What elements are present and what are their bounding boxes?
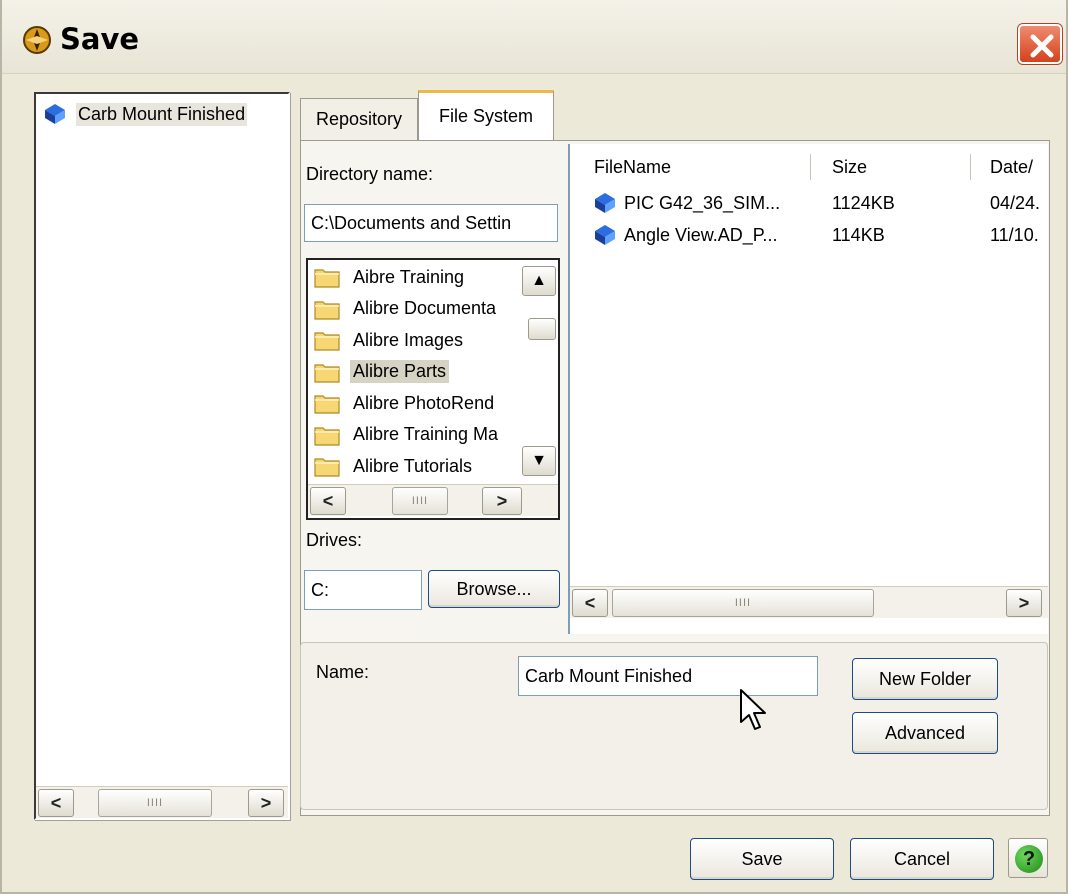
file-row-name[interactable]: PIC G42_36_SIM... <box>594 188 780 218</box>
column-header-filename[interactable]: FileName <box>594 150 671 184</box>
alibre-logo-icon <box>23 26 51 54</box>
scroll-thumb[interactable]: IIII <box>98 789 212 817</box>
folder-label: Alibre Documenta <box>353 298 497 318</box>
browse-button[interactable]: Browse... <box>428 570 560 608</box>
document-list-item-label: Carb Mount Finished <box>76 102 248 126</box>
document-list-pane[interactable]: Carb Mount Finished < IIII > <box>34 92 290 820</box>
folder-label: Alibre Training Ma <box>353 424 499 444</box>
directory-name-field[interactable]: C:\Documents and Settin <box>304 204 558 242</box>
column-header-size[interactable]: Size <box>832 150 867 184</box>
file-size: 1124KB <box>832 192 895 213</box>
folder-icon <box>314 363 340 383</box>
directory-name-label: Directory name: <box>306 164 434 184</box>
cancel-button[interactable]: Cancel <box>850 838 994 880</box>
title-bar: Save <box>2 0 1066 74</box>
scroll-up-button[interactable]: ▲ <box>522 266 556 296</box>
tab-repository[interactable]: Repository <box>300 98 418 140</box>
file-row-date[interactable]: 04/24. <box>990 188 1040 218</box>
file-name: Angle View.AD_P... <box>624 224 778 245</box>
folder-icon <box>314 395 340 414</box>
column-header-date[interactable]: Date/ <box>990 150 1033 184</box>
file-row-name[interactable]: Angle View.AD_P... <box>594 220 777 250</box>
close-button[interactable] <box>1018 24 1062 64</box>
folder-icon <box>314 458 340 477</box>
scroll-left-button[interactable]: < <box>310 487 346 515</box>
folder-list-item[interactable]: Alibre Training Ma <box>314 420 501 450</box>
part-document-icon <box>595 193 615 213</box>
file-row-date[interactable]: 11/10. <box>990 220 1039 250</box>
advanced-button[interactable]: Advanced <box>852 712 998 754</box>
folder-icon <box>314 426 340 446</box>
scroll-thumb[interactable]: IIII <box>612 589 874 617</box>
drive-field[interactable]: C: <box>304 570 422 610</box>
left-pane-horizontal-scrollbar[interactable]: < IIII > <box>36 786 288 818</box>
part-document-icon <box>595 225 615 245</box>
file-row-size[interactable]: 114KB <box>832 220 885 250</box>
folder-label: Aibre Training <box>353 266 465 287</box>
column-separator[interactable] <box>810 154 811 180</box>
file-name: PIC G42_36_SIM... <box>624 192 781 213</box>
vertical-scroll-thumb[interactable] <box>528 318 556 340</box>
new-folder-button[interactable]: New Folder <box>852 658 998 700</box>
scroll-left-button[interactable]: < <box>572 589 608 617</box>
folder-list-item[interactable]: Alibre PhotoRend <box>314 388 497 418</box>
tab-file-system-label: File System <box>438 106 534 126</box>
scroll-thumb[interactable]: IIII <box>392 487 448 515</box>
folder-list-horizontal-scrollbar[interactable]: < IIII > <box>308 484 558 516</box>
file-date: 11/10. <box>990 224 1039 245</box>
close-icon <box>1030 34 1054 58</box>
folder-list-item[interactable]: Alibre Images <box>314 325 466 355</box>
scroll-right-button[interactable]: > <box>248 789 284 817</box>
file-date: 04/24. <box>990 192 1041 213</box>
mouse-cursor-icon <box>740 689 766 730</box>
help-button[interactable]: ? <box>1008 838 1048 878</box>
save-dialog: Save Carb Mount Finished < IIII > Reposi… <box>0 0 1068 894</box>
scroll-down-button[interactable]: ▼ <box>522 446 556 476</box>
folder-icon <box>314 300 340 320</box>
document-list-item[interactable]: Carb Mount Finished <box>44 100 248 128</box>
file-list-horizontal-scrollbar[interactable]: < IIII > <box>570 586 1048 618</box>
part-document-icon <box>45 104 65 124</box>
folder-label: Alibre Images <box>353 329 464 350</box>
folder-list-item[interactable]: Alibre Tutorials <box>314 451 475 481</box>
folder-icon <box>314 332 340 351</box>
folder-list-item[interactable]: Aibre Training <box>314 262 467 292</box>
folder-label: Alibre Parts <box>350 360 450 383</box>
window-title: Save <box>60 22 140 56</box>
name-field[interactable]: Carb Mount Finished <box>518 656 818 696</box>
help-icon: ? <box>1015 845 1043 873</box>
file-list[interactable]: FileName Size Date/ PIC G42_36_SIM... 112… <box>568 144 1048 634</box>
name-label: Name: <box>316 662 370 682</box>
folder-list-item[interactable]: Alibre Documenta <box>314 294 499 324</box>
tab-repository-label: Repository <box>315 109 403 129</box>
save-button[interactable]: Save <box>690 838 834 880</box>
folder-list-item[interactable]: Alibre Parts <box>314 357 450 387</box>
scroll-left-button[interactable]: < <box>38 789 74 817</box>
file-size: 114KB <box>832 224 885 245</box>
folder-label: Alibre Tutorials <box>353 455 473 476</box>
scroll-right-button[interactable]: > <box>1006 589 1042 617</box>
tab-file-system[interactable]: File System <box>418 90 554 140</box>
folder-label: Alibre PhotoRend <box>353 392 495 413</box>
folder-icon <box>314 269 340 288</box>
scroll-right-button[interactable]: > <box>482 487 522 515</box>
column-separator[interactable] <box>970 154 971 180</box>
folder-list[interactable]: Aibre Training Alibre Documenta Alibre Ima… <box>306 258 560 520</box>
drives-label: Drives: <box>306 530 363 550</box>
file-row-size[interactable]: 1124KB <box>832 188 895 218</box>
